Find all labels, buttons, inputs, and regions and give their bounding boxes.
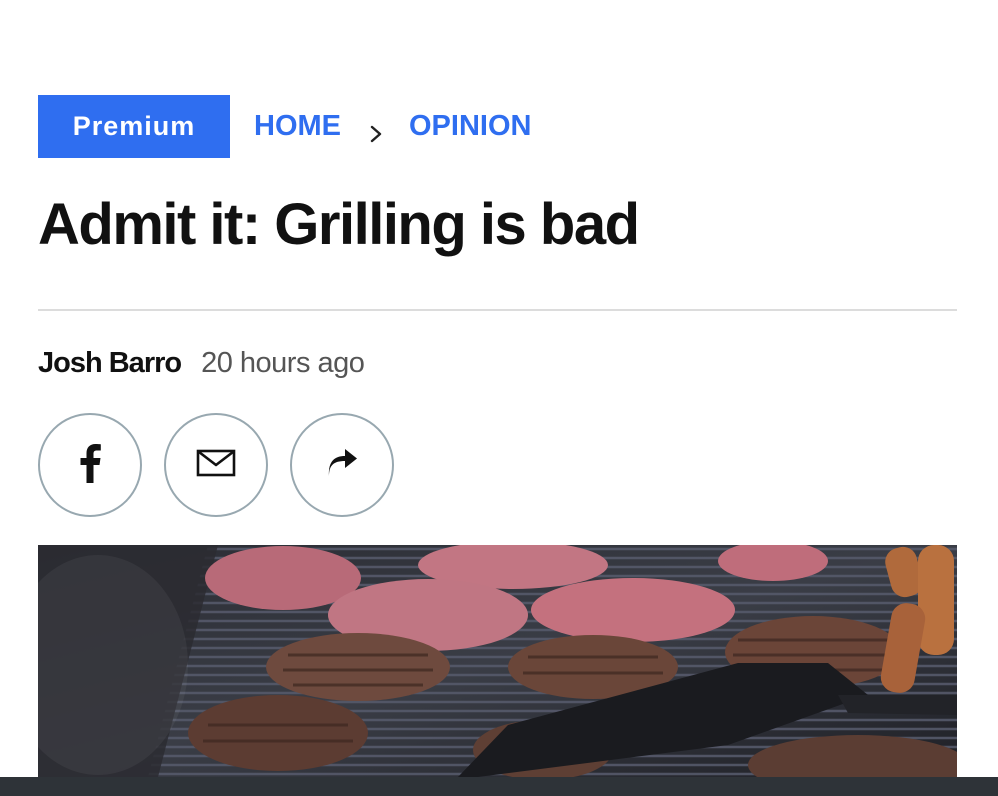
email-icon: [196, 449, 236, 482]
hero-image: [38, 545, 957, 777]
breadcrumb-opinion-link[interactable]: OPINION: [409, 110, 531, 143]
publish-time: 20 hours ago: [201, 347, 365, 379]
breadcrumb: HOME OPINION: [254, 95, 531, 158]
email-share-button[interactable]: [164, 413, 268, 517]
facebook-share-button[interactable]: [38, 413, 142, 517]
divider: [38, 309, 957, 311]
premium-badge[interactable]: Premium: [38, 95, 230, 158]
share-buttons: [38, 413, 394, 517]
share-button[interactable]: [290, 413, 394, 517]
chevron-right-icon: [367, 118, 385, 142]
bottom-bar: [0, 777, 998, 796]
breadcrumb-home-link[interactable]: HOME: [254, 110, 341, 143]
byline: Josh Barro 20 hours ago: [38, 347, 365, 380]
grill-photo: [38, 545, 957, 777]
author-name[interactable]: Josh Barro: [38, 347, 182, 380]
share-arrow-icon: [325, 448, 359, 482]
facebook-icon: [77, 443, 103, 488]
article-title: Admit it: Grilling is bad: [38, 192, 640, 257]
